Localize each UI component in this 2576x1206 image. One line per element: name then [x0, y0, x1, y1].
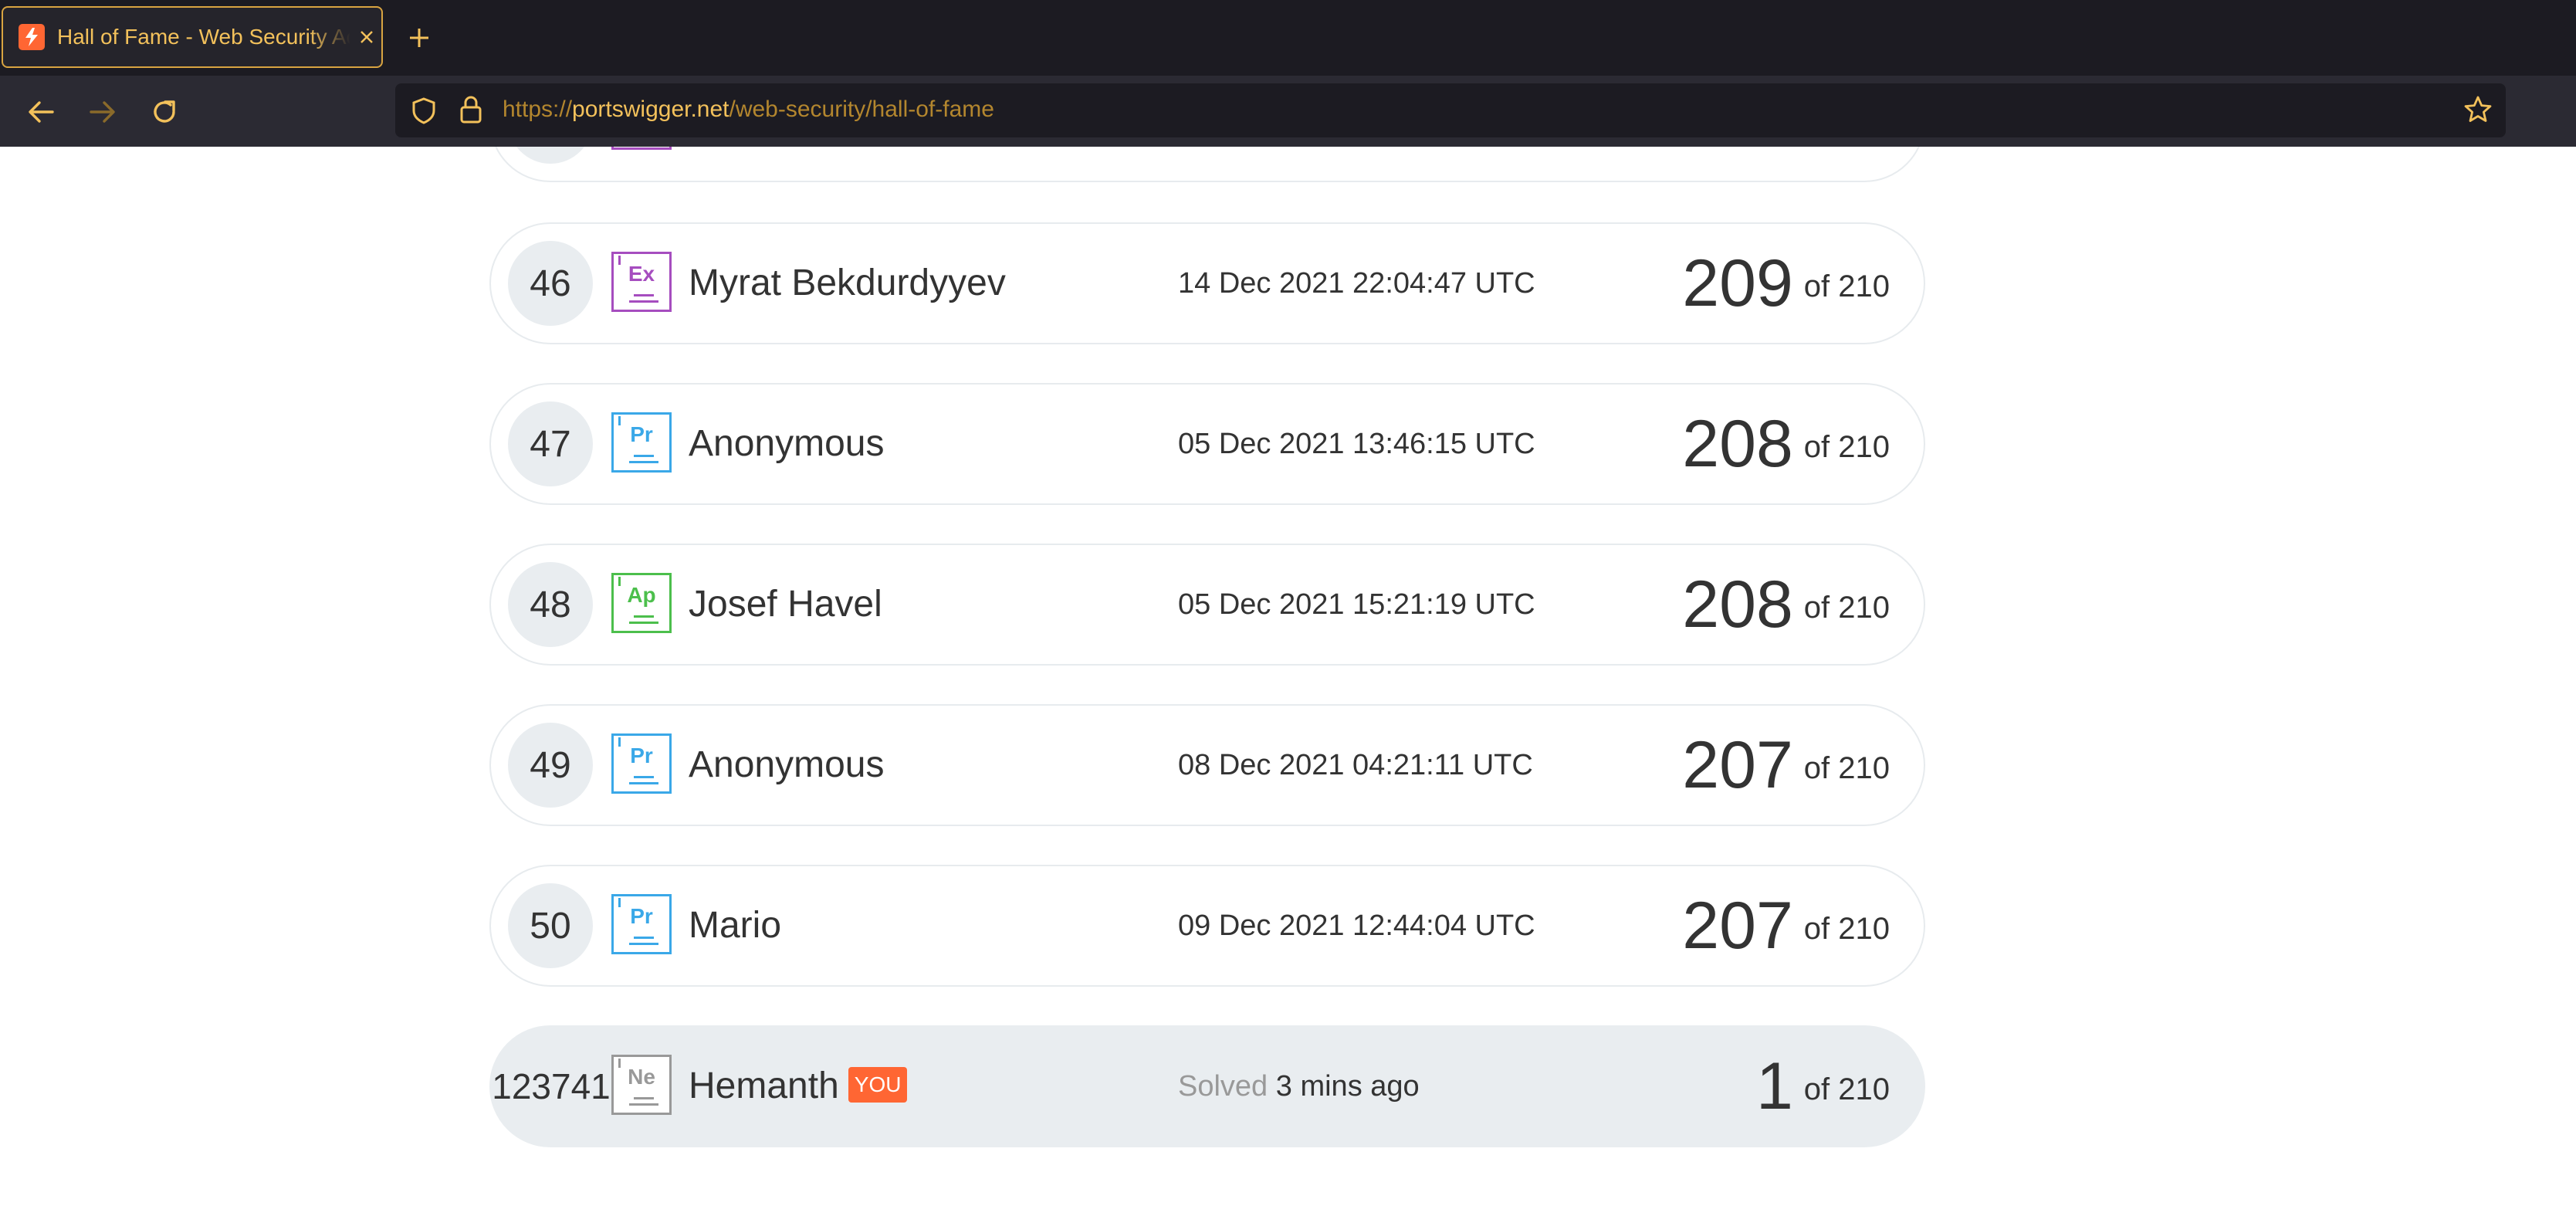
total-labs: of 210 [1803, 750, 1890, 785]
total-labs: of 210 [1803, 1072, 1890, 1106]
solved-count: 209 [1682, 246, 1793, 320]
level-badge-icon [611, 147, 672, 150]
tab-title: Hall of Fame - Web Security Academy [57, 25, 350, 49]
leaderboard-row-previous [489, 147, 1925, 182]
leaderboard-row: 48 Ap Josef Havel 05 Dec 2021 15:21:19 U… [489, 544, 1925, 666]
newcomer-level-badge-icon: Ne [611, 1055, 672, 1115]
practitioner-level-badge-icon: Pr [611, 412, 672, 473]
solved-count: 208 [1682, 567, 1793, 642]
new-tab-plus-icon[interactable] [401, 20, 437, 56]
leaderboard-row: 47 Pr Anonymous 05 Dec 2021 13:46:15 UTC… [489, 383, 1925, 505]
url-host: portswigger.net [572, 97, 729, 122]
forward-arrow-icon[interactable] [83, 93, 122, 131]
user-name: Josef Havel [689, 584, 882, 625]
solved-count: 1 [1755, 1048, 1793, 1123]
total-labs: of 210 [1803, 429, 1890, 464]
rank-number: 50 [508, 883, 593, 968]
solved-count: 208 [1682, 406, 1793, 481]
portswigger-favicon-icon [19, 24, 45, 50]
user-name: Hemanth YOU [689, 1027, 908, 1146]
score: 1 of 210 [1756, 1027, 1890, 1146]
practitioner-level-badge-icon: Pr [611, 733, 672, 794]
solved-prefix: Solved [1178, 1070, 1268, 1103]
current-user-row: 123741 Ne Hemanth YOU Solved 3 mins ago 1… [489, 1025, 1925, 1147]
lock-icon[interactable] [457, 94, 485, 125]
practitioner-level-badge-icon: Pr [611, 894, 672, 954]
solved-time: Solved 3 mins ago [1178, 1027, 1420, 1146]
url-text[interactable]: https://portswigger.net/web-security/hal… [503, 94, 994, 125]
leaderboard-row: 46 Ex Myrat Bekdurdyyev 14 Dec 2021 22:0… [489, 222, 1925, 344]
level-abbr: Ne [628, 1065, 655, 1089]
rank-circle [508, 147, 593, 164]
level-abbr: Pr [630, 422, 653, 446]
you-badge: YOU [848, 1067, 908, 1103]
rank-number: 48 [508, 562, 593, 647]
solved-count: 207 [1682, 888, 1793, 963]
completion-date: 05 Dec 2021 15:21:19 UTC [1178, 588, 1535, 621]
page-viewport: 46 Ex Myrat Bekdurdyyev 14 Dec 2021 22:0… [0, 147, 2576, 1206]
score: 208 of 210 [1682, 384, 1890, 503]
completion-date: 05 Dec 2021 13:46:15 UTC [1178, 428, 1535, 460]
rank-number: 49 [508, 723, 593, 808]
url-scheme: https:// [503, 97, 573, 122]
close-tab-icon[interactable] [357, 27, 377, 47]
rank-number: 123741 [492, 1066, 611, 1106]
user-name-text: Hemanth [689, 1065, 839, 1106]
completion-date: 09 Dec 2021 12:44:04 UTC [1178, 910, 1535, 942]
score: 207 of 210 [1682, 706, 1890, 825]
rank-number: 47 [508, 401, 593, 486]
level-abbr: Ap [627, 583, 656, 607]
completion-date: 14 Dec 2021 22:04:47 UTC [1178, 267, 1535, 300]
solved-count: 207 [1682, 727, 1793, 802]
total-labs: of 210 [1803, 590, 1890, 625]
user-name: Anonymous [689, 423, 885, 464]
url-path: /web-security/hall-of-fame [729, 97, 994, 122]
back-arrow-icon[interactable] [22, 93, 60, 131]
user-name: Anonymous [689, 744, 885, 785]
leaderboard-row: 49 Pr Anonymous 08 Dec 2021 04:21:11 UTC… [489, 704, 1925, 826]
apprentice-level-badge-icon: Ap [611, 573, 672, 633]
total-labs: of 210 [1803, 269, 1890, 303]
user-name: Mario [689, 905, 782, 946]
tab-bar: Hall of Fame - Web Security Academy [0, 0, 2576, 76]
score: 209 of 210 [1682, 224, 1890, 343]
rank-number: 46 [508, 241, 593, 326]
expert-level-badge-icon: Ex [611, 252, 672, 312]
score: 208 of 210 [1682, 545, 1890, 664]
score: 207 of 210 [1682, 866, 1890, 985]
leaderboard-row: 50 Pr Mario 09 Dec 2021 12:44:04 UTC 207… [489, 865, 1925, 987]
active-tab[interactable]: Hall of Fame - Web Security Academy [2, 6, 383, 68]
tracking-protection-shield-icon[interactable] [409, 96, 438, 125]
level-abbr: Pr [630, 904, 653, 928]
completion-date: 08 Dec 2021 04:21:11 UTC [1178, 749, 1533, 781]
bookmark-star-icon[interactable] [2463, 94, 2493, 125]
total-labs: of 210 [1803, 911, 1890, 946]
level-abbr: Pr [630, 744, 653, 767]
level-abbr: Ex [628, 262, 655, 286]
user-name: Myrat Bekdurdyyev [689, 263, 1006, 303]
reload-icon[interactable] [145, 93, 184, 131]
solved-ago: 3 mins ago [1275, 1070, 1420, 1103]
